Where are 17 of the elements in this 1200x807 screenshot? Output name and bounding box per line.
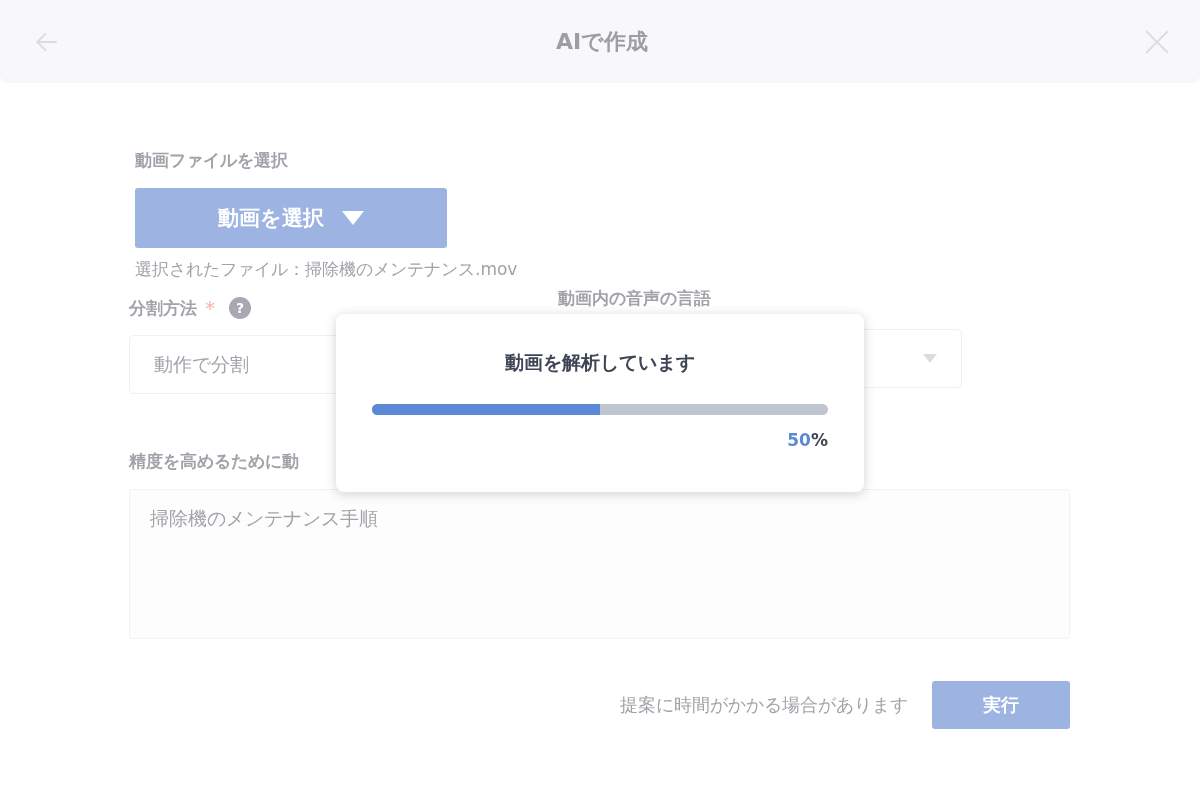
window-title: AIで作成 <box>555 27 649 56</box>
file-label: 動画ファイルを選択 <box>135 149 288 172</box>
description-label: 精度を高めるために動 <box>129 450 300 473</box>
required-mark: * <box>205 296 215 320</box>
caret-icon <box>342 211 364 225</box>
split-method-label: 分割方法 <box>129 296 197 320</box>
close-icon[interactable] <box>1144 28 1170 55</box>
selected-file-text: 選択されたファイル：掃除機のメンテナンス.mov <box>135 258 518 281</box>
note-text: 提案に時間がかかる場合があります <box>620 693 908 717</box>
run-button[interactable]: 実行 <box>932 681 1070 729</box>
percent-value: 50 <box>787 430 811 450</box>
select-video-button[interactable]: 動画を選択 <box>135 188 447 248</box>
description-field[interactable]: 掃除機のメンテナンス手順 <box>129 489 1070 639</box>
language-label: 動画内の音声の言語 <box>558 287 711 310</box>
help-icon[interactable]: ? <box>229 297 251 319</box>
caret-icon <box>923 354 937 363</box>
percent-sign: % <box>810 430 828 450</box>
